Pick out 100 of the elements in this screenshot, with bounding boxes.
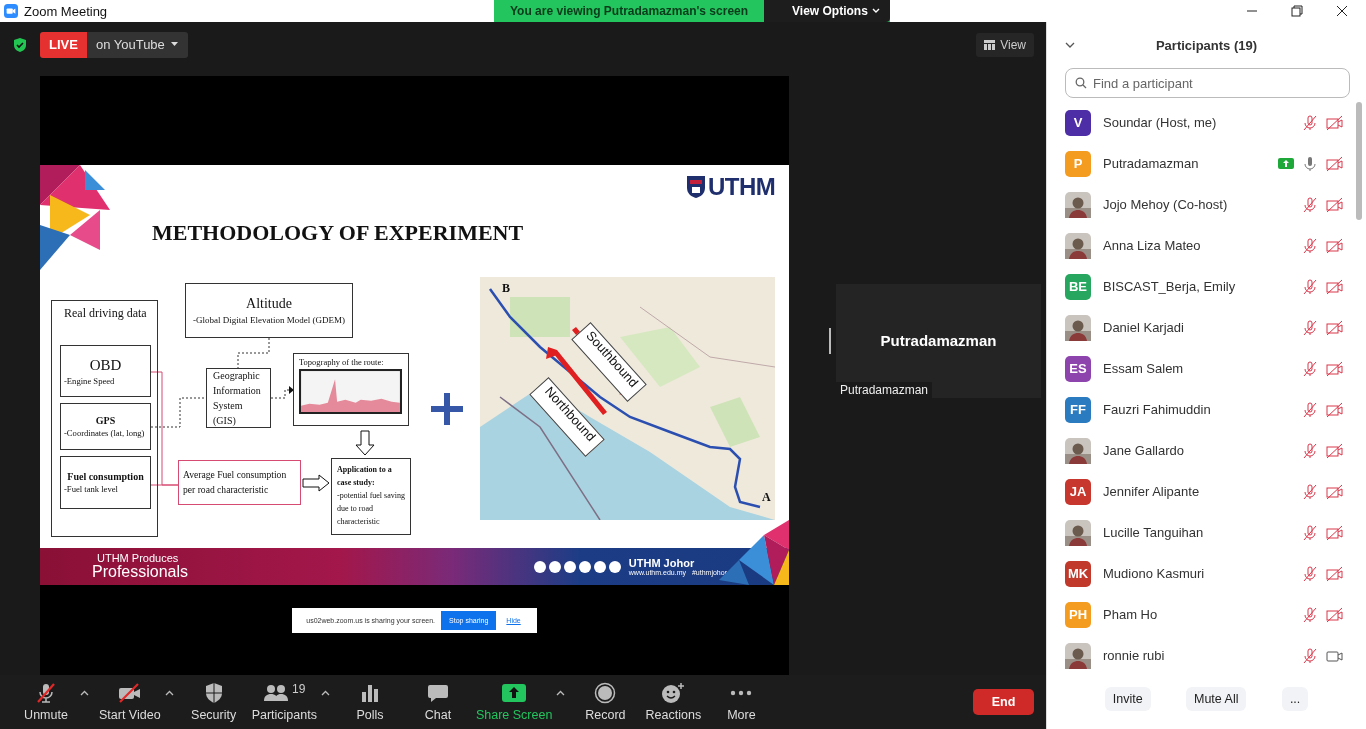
panel-button[interactable]: Invite bbox=[1104, 687, 1151, 711]
mic-icon[interactable] bbox=[1302, 442, 1318, 459]
participant-row[interactable]: Lucille Tanguihan bbox=[1047, 512, 1356, 553]
toolbar-button[interactable]: More bbox=[707, 682, 776, 722]
box-detail: -Coordinates (lat, long) bbox=[63, 428, 145, 438]
caret-icon[interactable] bbox=[556, 690, 566, 696]
box-title: Altitude bbox=[246, 296, 292, 312]
live-badge: LIVE bbox=[40, 31, 87, 58]
toolbar-button[interactable]: Chat bbox=[403, 682, 472, 722]
end-button[interactable]: End bbox=[973, 689, 1034, 715]
mic-icon[interactable] bbox=[1302, 278, 1318, 295]
participant-row[interactable]: Anna Liza Mateo bbox=[1047, 225, 1356, 266]
participant-name: Lucille Tanguihan bbox=[1103, 525, 1205, 540]
box-detail: -potential fuel saving due to road characteristic bbox=[337, 490, 405, 528]
caret-icon[interactable] bbox=[80, 690, 89, 696]
participant-name: Jane Gallardo bbox=[1103, 443, 1185, 458]
caret-icon[interactable] bbox=[164, 690, 174, 696]
panel-button[interactable]: ... bbox=[1281, 687, 1309, 711]
mic-icon[interactable] bbox=[1302, 401, 1318, 418]
streaming-dropdown[interactable]: on YouTube bbox=[86, 31, 188, 58]
participant-row[interactable]: JA Jennifer Alipante bbox=[1047, 471, 1356, 512]
participant-row[interactable]: ES Essam Salem bbox=[1047, 348, 1356, 389]
participant-row[interactable]: PH Pham Ho bbox=[1047, 594, 1356, 635]
camera-icon[interactable] bbox=[1326, 237, 1344, 254]
toolbar-button[interactable]: Unmute bbox=[12, 682, 80, 722]
chevron-icon[interactable] bbox=[1065, 41, 1075, 49]
camera-icon[interactable] bbox=[1326, 442, 1344, 459]
mic-icon[interactable] bbox=[1302, 155, 1318, 172]
toolbar-button[interactable]: Security bbox=[179, 682, 248, 722]
logo-text: UTHM bbox=[708, 173, 776, 201]
avatar: PH bbox=[1065, 601, 1091, 628]
toolbar-button[interactable]: Reactions bbox=[639, 682, 708, 722]
participant-row[interactable]: ronnie rubi bbox=[1047, 635, 1356, 675]
mic-icon[interactable] bbox=[1302, 565, 1318, 582]
toolbar-button[interactable]: Start Video bbox=[95, 682, 165, 722]
toolbar-button[interactable]: Record bbox=[571, 682, 640, 722]
camera-icon[interactable] bbox=[1326, 196, 1344, 213]
avatar: FF bbox=[1065, 396, 1091, 423]
chat-icon bbox=[426, 683, 449, 703]
camera-icon[interactable] bbox=[1326, 114, 1344, 131]
close-icon[interactable] bbox=[1336, 5, 1348, 17]
participant-row[interactable]: FF Fauzri Fahimuddin bbox=[1047, 389, 1356, 430]
tile-label: Putradamazman bbox=[836, 381, 933, 398]
view-options-button[interactable]: View Options bbox=[764, 0, 890, 22]
slide-title: METHODOLOGY OF EXPERIMENT bbox=[152, 220, 524, 246]
participant-name: Anna Liza Mateo bbox=[1103, 238, 1202, 253]
mic-icon[interactable] bbox=[1302, 606, 1318, 623]
participant-name: Essam Salem bbox=[1103, 361, 1185, 376]
box-text: Average Fuel consumption per road characteristic bbox=[183, 469, 287, 495]
panel-button[interactable]: Mute All bbox=[1186, 687, 1247, 711]
box-title: Application to a case study: bbox=[337, 464, 393, 489]
participant-row[interactable]: BE BISCAST_Berja, Emily bbox=[1047, 266, 1356, 307]
mic-icon[interactable] bbox=[1302, 319, 1318, 336]
mic-icon[interactable] bbox=[1302, 114, 1318, 131]
camera-icon[interactable] bbox=[1326, 278, 1344, 295]
camera-icon[interactable] bbox=[1326, 524, 1344, 541]
avatar: BE bbox=[1065, 273, 1091, 300]
toolbar-button[interactable]: Share Screen bbox=[471, 682, 557, 722]
grid-icon bbox=[984, 39, 996, 50]
camera-icon[interactable] bbox=[1326, 360, 1344, 377]
participant-name: ronnie rubi bbox=[1103, 648, 1166, 663]
caret-icon[interactable] bbox=[320, 690, 330, 696]
crest-icon bbox=[686, 175, 706, 199]
caret-icon bbox=[170, 42, 178, 47]
view-button[interactable]: View bbox=[976, 32, 1034, 57]
participant-row[interactable]: Daniel Karjadi bbox=[1047, 307, 1356, 348]
participant-row[interactable]: Jane Gallardo bbox=[1047, 430, 1356, 471]
mic-icon[interactable] bbox=[1302, 360, 1318, 377]
mic-icon[interactable] bbox=[1302, 483, 1318, 500]
camera-icon[interactable] bbox=[1326, 483, 1344, 500]
camera-icon[interactable] bbox=[1326, 401, 1344, 418]
box-title: Fuel consumption bbox=[67, 471, 144, 482]
participant-name: Jojo Mehoy (Co-host) bbox=[1103, 197, 1229, 212]
participant-name: Fauzri Fahimuddin bbox=[1103, 402, 1212, 417]
participant-name: Mudiono Kasmuri bbox=[1103, 566, 1206, 581]
search-field[interactable]: Find a participant bbox=[1065, 68, 1350, 98]
box-detail: -Engine Speed bbox=[63, 375, 115, 386]
toolbar-button[interactable]: Polls bbox=[335, 682, 404, 722]
camera-icon[interactable] bbox=[1326, 319, 1344, 336]
participant-name: Soundar (Host, me) bbox=[1103, 115, 1218, 130]
shield-icon[interactable] bbox=[12, 36, 28, 53]
mic-icon[interactable] bbox=[1302, 196, 1318, 213]
mic-icon[interactable] bbox=[1302, 524, 1318, 541]
camera-icon[interactable] bbox=[1326, 565, 1344, 582]
avatar: JA bbox=[1065, 478, 1091, 505]
participant-row[interactable]: V Soundar (Host, me) bbox=[1047, 102, 1356, 143]
box-title: Real driving data bbox=[64, 306, 147, 321]
avatar: P bbox=[1065, 150, 1091, 177]
avatar: MK bbox=[1065, 560, 1091, 587]
mic-icon[interactable] bbox=[1302, 237, 1318, 254]
participant-row[interactable]: Jojo Mehoy (Co-host) bbox=[1047, 184, 1356, 225]
maximize-icon[interactable] bbox=[1291, 5, 1303, 17]
mic-icon[interactable] bbox=[1302, 647, 1318, 664]
camera-icon[interactable] bbox=[1326, 155, 1344, 172]
camera-icon[interactable] bbox=[1326, 606, 1344, 623]
participant-row[interactable]: P Putradamazman bbox=[1047, 143, 1356, 184]
bar-chart-icon bbox=[359, 683, 380, 703]
toolbar-button[interactable]: 19 Participants bbox=[247, 682, 321, 722]
participant-row[interactable]: MK Mudiono Kasmuri bbox=[1047, 553, 1356, 594]
scrollbar[interactable] bbox=[1356, 102, 1362, 220]
